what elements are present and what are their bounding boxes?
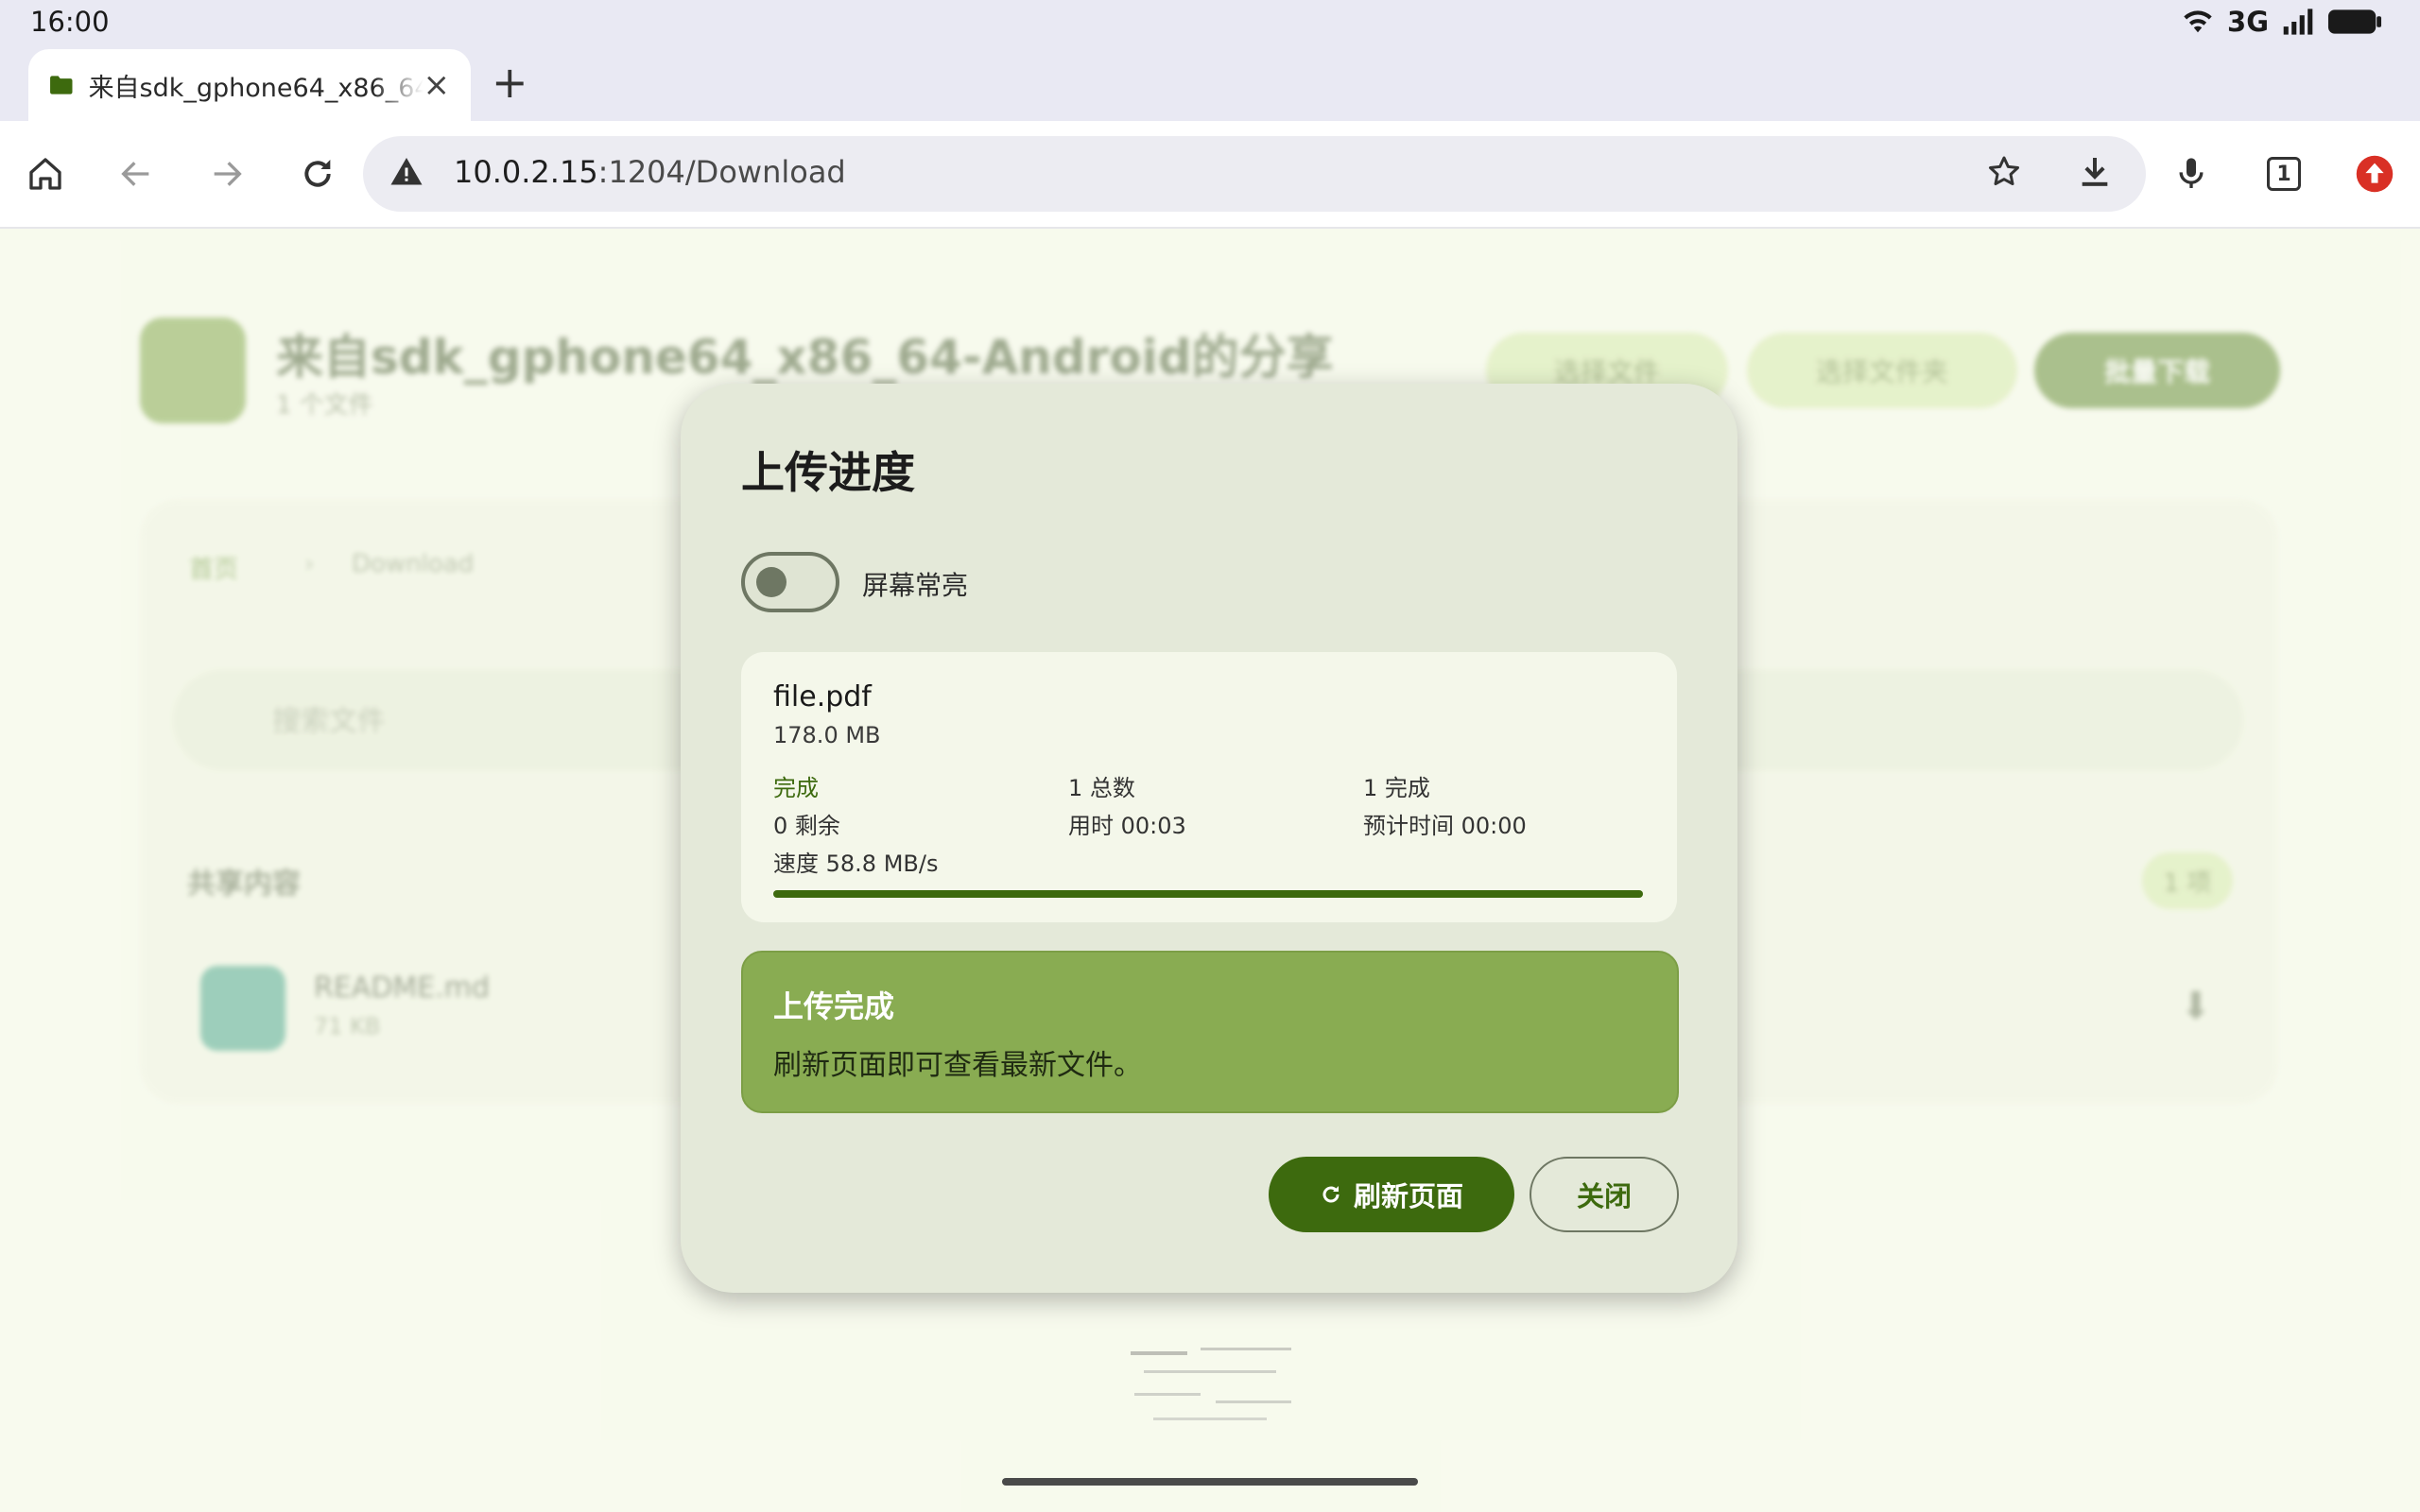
keep-screen-on-toggle[interactable] [741,552,839,612]
upload-file-name: file.pdf [773,680,872,713]
upload-remaining: 0 剩余 [773,813,840,839]
home-indicator[interactable] [1002,1478,1418,1486]
battery-icon [2327,9,2382,34]
forward-arrow-icon [214,162,242,186]
browser-update-button[interactable] [2346,146,2403,202]
tab-close-icon[interactable]: × [424,69,451,101]
tab-active[interactable]: 来自sdk_gphone64_x86_64-Android的分享 × [28,49,471,121]
close-button[interactable]: 关闭 [1530,1157,1679,1232]
upload-complete-banner: 上传完成 刷新页面即可查看最新文件。 [741,951,1679,1113]
status-icons: 3G [2182,6,2382,38]
upload-total: 1 总数 [1068,775,1135,801]
update-arrow-icon [2356,155,2394,193]
reload-icon [304,160,331,187]
keep-screen-on-label: 屏幕常亮 [862,570,969,601]
upload-eta: 预计时间 00:00 [1363,813,1527,839]
not-secure-warning-icon[interactable] [389,155,424,189]
home-button[interactable] [17,146,74,202]
refresh-page-button[interactable]: 刷新页面 [1269,1157,1514,1232]
upload-complete-message: 刷新页面即可查看最新文件。 [773,1049,1142,1082]
upload-progress-dialog: 上传进度 屏幕常亮 file.pdf 178.0 MB 完成 1 总数 1 完成… [681,384,1737,1293]
upload-status: 完成 [773,775,819,801]
upload-progress-bar [773,890,1643,898]
tab-count: 1 [2267,157,2301,191]
upload-speed: 速度 58.8 MB/s [773,850,939,877]
tab-strip: 来自sdk_gphone64_x86_64-Android的分享 × + [0,43,2420,121]
address-bar[interactable]: 10.0.2.15:1204/Download [363,136,2146,212]
upload-progress-card: file.pdf 178.0 MB 完成 1 总数 1 完成 0 剩余 用时 0… [741,652,1677,922]
network-type: 3G [2227,6,2269,38]
upload-elapsed: 用时 00:03 [1068,813,1186,839]
status-time: 16:00 [30,6,110,38]
home-icon [29,158,61,190]
refresh-icon [1322,1186,1340,1203]
folder-icon [50,76,73,94]
url-path: :1204/Download [597,154,846,190]
dialog-title: 上传进度 [741,447,915,498]
browser-toolbar: 10.0.2.15:1204/Download 1 [0,121,2420,229]
voice-search-button[interactable] [2163,146,2220,202]
reload-button[interactable] [289,146,346,202]
new-tab-button[interactable]: + [492,60,528,104]
faint-graphic [1131,1348,1291,1420]
download-icon[interactable] [2076,153,2114,191]
tab-switcher-button[interactable]: 1 [2256,146,2312,202]
signal-icon [2283,9,2313,35]
wifi-icon [2184,10,2212,33]
bookmark-star-icon[interactable] [1985,153,2023,191]
tab-title: 来自sdk_gphone64_x86_64-Android的分享 [88,73,424,103]
status-bar: 16:00 3G [0,0,2420,43]
microphone-icon [2179,158,2204,188]
back-button[interactable] [108,146,164,202]
upload-completed: 1 完成 [1363,775,1430,801]
refresh-page-label: 刷新页面 [1353,1180,1463,1212]
upload-progress-fill [773,890,1643,898]
back-arrow-icon [121,162,149,186]
url-text[interactable]: 10.0.2.15:1204/Download [454,154,846,190]
forward-button[interactable] [199,146,255,202]
upload-complete-title: 上传完成 [773,988,895,1024]
upload-file-size: 178.0 MB [773,722,881,748]
url-host: 10.0.2.15 [454,154,598,190]
toggle-thumb [756,567,786,597]
